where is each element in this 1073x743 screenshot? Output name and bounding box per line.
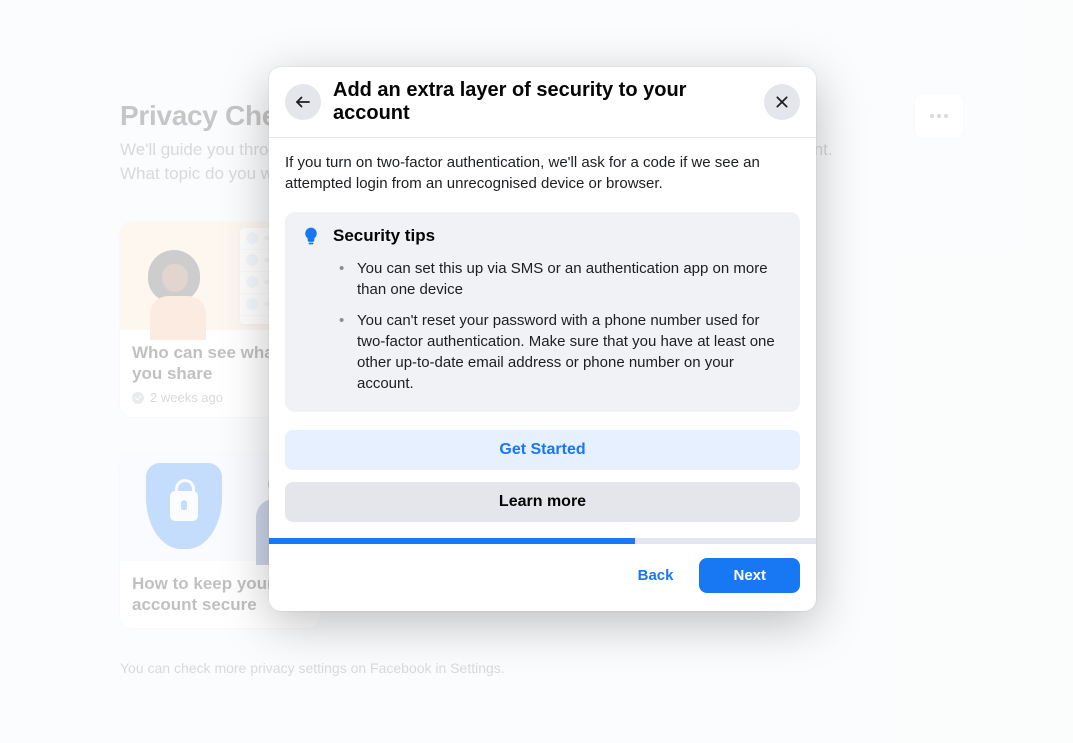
close-button[interactable] [764, 84, 800, 120]
button-label: Get Started [499, 441, 585, 459]
close-icon [774, 94, 790, 110]
lightbulb-icon [301, 226, 321, 246]
footer-back-button[interactable]: Back [624, 559, 688, 592]
back-button[interactable] [285, 84, 321, 120]
dialog-intro: If you turn on two-factor authentication… [285, 152, 800, 194]
get-started-button[interactable]: Get Started [285, 430, 800, 470]
two-factor-dialog: Add an extra layer of security to your a… [269, 67, 816, 611]
tip-item: You can't reset your password with a pho… [337, 310, 784, 394]
learn-more-button[interactable]: Learn more [285, 482, 800, 522]
dialog-title: Add an extra layer of security to your a… [333, 79, 752, 125]
dialog-body: If you turn on two-factor authentication… [269, 138, 816, 538]
button-label: Learn more [499, 493, 586, 511]
button-label: Next [733, 567, 766, 584]
footer-next-button[interactable]: Next [699, 558, 800, 593]
dialog-footer: Back Next [269, 544, 816, 611]
security-tips-box: Security tips You can set this up via SM… [285, 212, 800, 412]
dialog-header: Add an extra layer of security to your a… [269, 67, 816, 138]
tips-list: You can set this up via SMS or an authen… [301, 258, 784, 394]
arrow-left-icon [294, 93, 312, 111]
button-label: Back [638, 567, 674, 584]
tips-heading: Security tips [333, 226, 435, 246]
tip-item: You can set this up via SMS or an authen… [337, 258, 784, 300]
